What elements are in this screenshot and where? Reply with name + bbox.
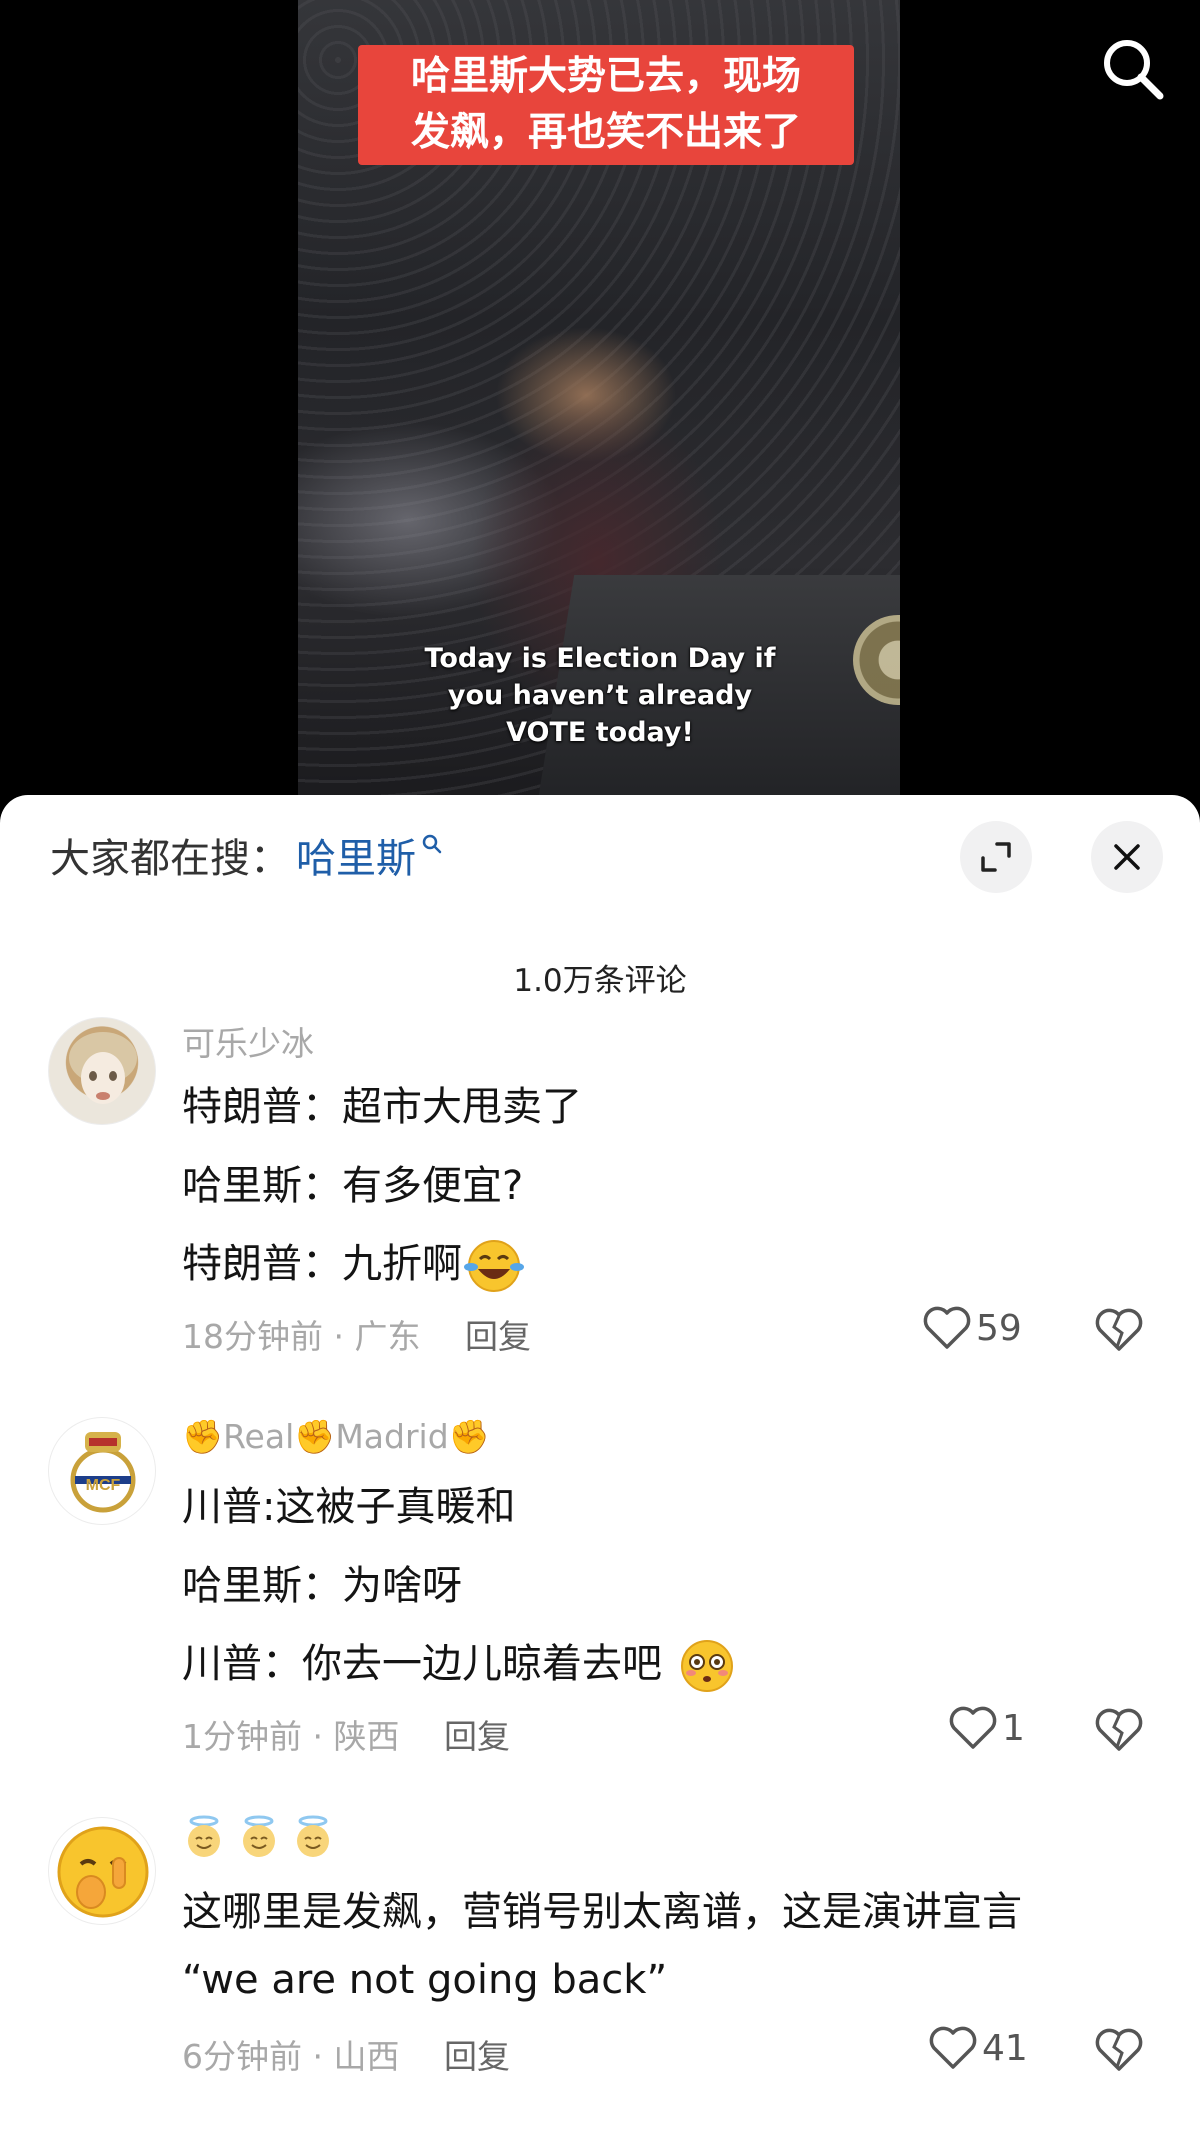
close-button[interactable] (1091, 821, 1163, 893)
heart-icon (929, 2026, 977, 2069)
expand-button[interactable] (960, 821, 1032, 893)
real-madrid-crest-icon: MCF (70, 1432, 136, 1513)
smiling-face-with-halo-icon (297, 1815, 329, 1857)
comment-location: 广东 (354, 1317, 421, 1356)
smiling-face-with-halo-icon (242, 1815, 275, 1857)
meta-separator: · (312, 1717, 334, 1756)
video-player[interactable]: 哈里斯大势已去，现场 发飙，再也笑不出来了 Today is Election … (0, 0, 1200, 800)
avatar[interactable]: MCF (48, 1417, 156, 1525)
comment-text-line: 哈里斯：有多便宜? (182, 1163, 524, 1209)
like-count: 59 (976, 1307, 1022, 1349)
comment-username[interactable]: ✊Real✊Madrid✊ (182, 1417, 490, 1457)
comment-time: 18分钟前 (182, 1317, 323, 1356)
video-title-line-1: 哈里斯大势已去，现场 (410, 54, 801, 99)
shushing-emoji-avatar-icon (57, 1826, 149, 1918)
close-icon (1114, 844, 1140, 870)
avatar[interactable] (48, 1817, 156, 1925)
comment-count: 1.0万条评论 (513, 963, 687, 999)
comment-text-line: 哈里斯：为啥呀 (182, 1563, 462, 1609)
comment-username[interactable] (182, 1815, 335, 1867)
broken-heart-icon[interactable] (1094, 2027, 1144, 2073)
video-title-caption: 哈里斯大势已去，现场 发飙，再也笑不出来了 (358, 45, 854, 165)
comment-item: 可乐少冰 特朗普：超市大甩卖了 哈里斯：有多便宜? 特朗普：九折啊 18分钟前 … (0, 1017, 1200, 1397)
username-part: Madrid (335, 1417, 449, 1456)
trending-search-row: 大家都在搜： 哈里斯 (50, 825, 444, 885)
comment-text-line: 特朗普：超市大甩卖了 (182, 1084, 582, 1130)
small-search-icon[interactable] (420, 832, 444, 856)
comment-time: 1分钟前 (182, 1717, 302, 1756)
comment-meta: 1分钟前 · 陕西 回复 (182, 1710, 510, 1758)
meta-separator: · (312, 2037, 334, 2076)
broken-heart-icon[interactable] (1094, 1707, 1144, 1753)
comment-sheet: 大家都在搜： 哈里斯 1.0万条评论 可乐少冰 特朗普：超市大甩卖了 哈里斯：有… (0, 795, 1200, 2135)
broken-heart-icon[interactable] (1094, 1307, 1144, 1353)
like-count: 41 (982, 2027, 1028, 2069)
handshake-emoji-icon: ✊ (182, 1417, 224, 1456)
handshake-emoji-icon: ✊ (448, 1417, 490, 1456)
like-count: 1 (1002, 1707, 1025, 1749)
comment-location: 陕西 (333, 1717, 400, 1756)
comment-location: 山西 (333, 2037, 400, 2076)
search-icon[interactable] (1098, 34, 1168, 104)
reply-button[interactable]: 回复 (444, 1717, 510, 1756)
like-button[interactable]: 1 (948, 1705, 1025, 1751)
heart-icon (949, 1706, 997, 1749)
comment-text-line-with-emoji: 特朗普：九折啊 (182, 1231, 524, 1295)
like-button[interactable]: 59 (922, 1305, 1022, 1351)
handshake-emoji-icon: ✊ (294, 1417, 336, 1456)
meta-separator: · (333, 1317, 355, 1356)
smiling-face-with-halo-icon (188, 1815, 220, 1857)
heart-icon (923, 1306, 971, 1349)
comment-meta: 18分钟前 · 广东 回复 (182, 1310, 531, 1358)
like-button[interactable]: 41 (928, 2025, 1028, 2071)
comment-text: 川普：你去一边儿晾着去吧 (182, 1641, 662, 1687)
trending-label: 大家都在搜： (50, 836, 290, 882)
reply-button[interactable]: 回复 (465, 1317, 531, 1356)
comment-username[interactable]: 可乐少冰 (182, 1017, 314, 1065)
video-subtitle: Today is Election Day if you haven’t alr… (424, 643, 776, 748)
comment-text-line: “we are not going back” (182, 1957, 668, 2003)
flushed-emoji-icon (680, 1640, 733, 1692)
svg-text:MCF: MCF (86, 1477, 121, 1494)
anime-girl-avatar-icon (69, 1032, 137, 1104)
comment-text-line-with-emoji: 川普：你去一边儿晾着去吧 (182, 1631, 739, 1695)
comment-time: 6分钟前 (182, 2037, 302, 2076)
comment-meta: 6分钟前 · 山西 回复 (182, 2030, 510, 2078)
comment-item: MCF ✊Real✊Madrid✊ 川普:这被子真暖和 哈里斯：为啥呀 川普：你… (0, 1417, 1200, 1797)
username-part: Real (223, 1417, 295, 1456)
comment-item: 这哪里是发飙，营销号别太离谱，这是演讲宣言 “we are not going … (0, 1815, 1200, 2117)
expand-icon (981, 842, 1011, 872)
comment-text-line: 这哪里是发飙，营销号别太离谱，这是演讲宣言 (182, 1889, 1022, 1935)
reply-button[interactable]: 回复 (444, 2037, 510, 2076)
avatar[interactable] (48, 1017, 156, 1125)
laughing-crying-emoji-icon (464, 1240, 524, 1292)
trending-term-link[interactable]: 哈里斯 (296, 826, 416, 884)
comment-text-line: 川普:这被子真暖和 (182, 1484, 516, 1530)
comment-text: 特朗普：九折啊 (182, 1241, 462, 1287)
video-title-line-2: 发飙，再也笑不出来了 (410, 110, 801, 155)
